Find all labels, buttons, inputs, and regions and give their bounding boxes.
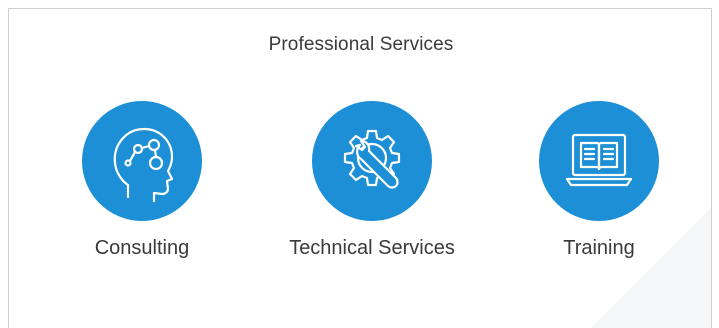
gear-wrench-icon bbox=[343, 129, 401, 189]
service-training[interactable]: Training bbox=[499, 101, 699, 260]
service-label: Consulting bbox=[94, 237, 190, 259]
service-label: Technical Services bbox=[289, 237, 455, 259]
service-consulting[interactable]: Consulting bbox=[42, 101, 242, 260]
laptop-book-icon bbox=[565, 133, 633, 187]
consulting-circle bbox=[82, 101, 202, 221]
services-card: Professional Services Consulting Technic… bbox=[8, 8, 712, 328]
head-with-nodes-icon bbox=[113, 127, 174, 203]
service-technical-services[interactable]: Technical Services bbox=[272, 101, 472, 260]
training-circle bbox=[539, 101, 659, 221]
page-title: Professional Services bbox=[268, 34, 454, 55]
technical-services-circle bbox=[312, 101, 432, 221]
service-label: Training bbox=[563, 237, 635, 259]
